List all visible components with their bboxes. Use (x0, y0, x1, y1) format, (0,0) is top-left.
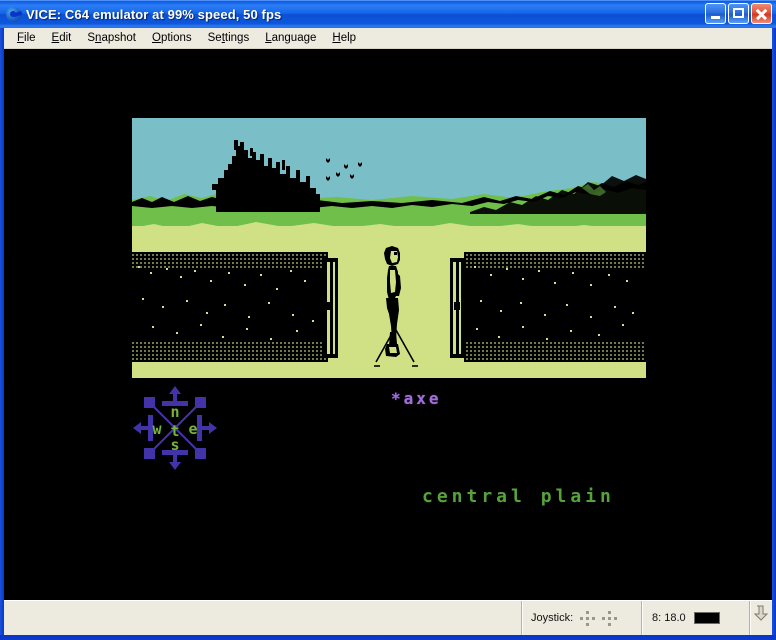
scene-hedge-left (132, 252, 338, 362)
menu-bar: File Edit Snapshot Options Settings Lang… (4, 28, 772, 49)
scene-birds (326, 158, 362, 181)
scene-player-figure (374, 246, 418, 367)
joystick-port1-icon (580, 610, 596, 626)
compass-label-center: t (170, 422, 179, 440)
compass-label-east: e (188, 420, 197, 438)
game-compass-rose: n w e s t (132, 385, 218, 471)
status-joystick-pane[interactable]: Joystick: (522, 601, 642, 635)
close-button[interactable] (751, 3, 772, 24)
scene-castle-silhouette (212, 140, 320, 212)
drive-led-icon (693, 612, 720, 624)
joystick-label: Joystick: (531, 612, 574, 624)
game-item-text: *axe (391, 389, 442, 408)
game-location-text: central plain (422, 486, 615, 507)
scene-hedge-right (450, 252, 646, 362)
menu-item-language[interactable]: Language (258, 30, 323, 47)
minimize-button[interactable] (705, 3, 726, 24)
compass-label-west: w (152, 420, 162, 438)
scene-plain-edge (132, 222, 646, 242)
minimize-icon (711, 16, 720, 19)
maximize-button[interactable] (728, 3, 749, 24)
resize-arrow-icon (754, 605, 769, 621)
window-border-right (772, 28, 776, 640)
joystick-port2-icon (602, 610, 618, 626)
c64-screen: n w e s t *axe central plain (4, 49, 772, 600)
window-title: VICE: C64 emulator at 99% speed, 50 fps (26, 6, 282, 22)
window-resize-grip[interactable] (750, 601, 772, 635)
window-controls (705, 3, 772, 24)
maximize-icon (733, 8, 744, 18)
application-window: VICE: C64 emulator at 99% speed, 50 fps … (0, 0, 776, 640)
status-bar: Joystick: 8: 18.0 (4, 600, 772, 635)
menu-item-snapshot[interactable]: Snapshot (80, 30, 143, 47)
window-border-left (0, 28, 4, 640)
menu-item-help[interactable]: Help (325, 30, 363, 47)
emulator-display[interactable]: n w e s t *axe central plain (4, 49, 772, 600)
drive-track-label: 8: 18.0 (652, 612, 686, 624)
vice-logo-icon (5, 6, 23, 23)
menu-item-file[interactable]: File (10, 30, 43, 47)
menu-item-settings[interactable]: Settings (201, 30, 257, 47)
menu-item-options[interactable]: Options (145, 30, 199, 47)
window-border-bottom (0, 635, 776, 640)
compass-label-north: n (170, 403, 179, 421)
game-scene-picture (132, 118, 646, 378)
menu-item-edit[interactable]: Edit (45, 30, 79, 47)
scene-mountains (470, 175, 646, 214)
title-bar[interactable]: VICE: C64 emulator at 99% speed, 50 fps (0, 0, 776, 28)
status-main-pane (4, 601, 522, 635)
status-drive-pane[interactable]: 8: 18.0 (642, 601, 750, 635)
